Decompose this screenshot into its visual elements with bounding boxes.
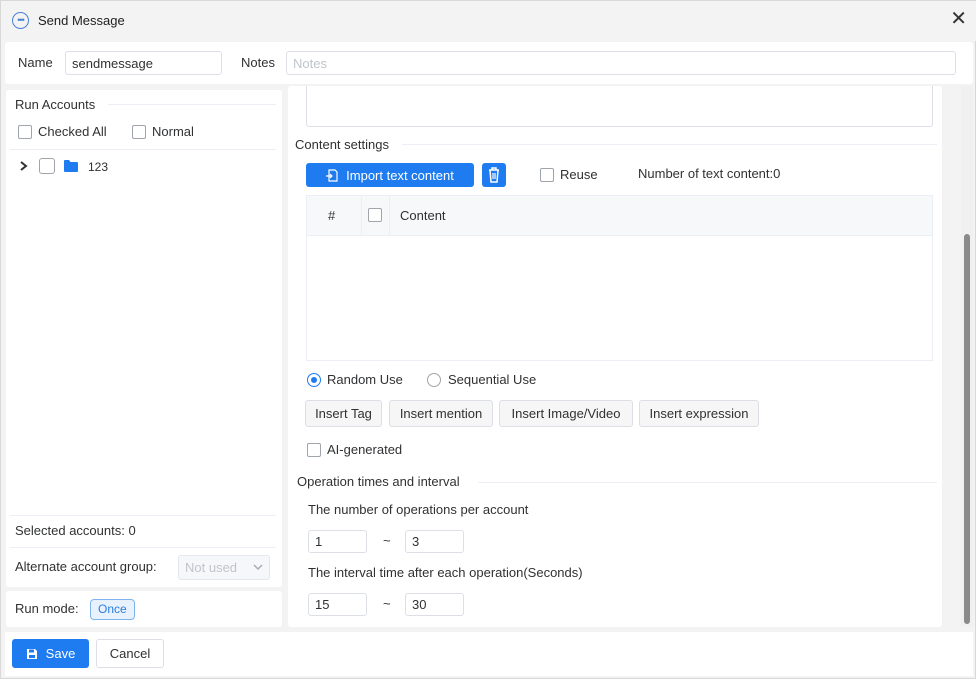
name-input[interactable] (65, 51, 222, 75)
selected-accounts-count: Selected accounts: 0 (15, 523, 136, 538)
divider (10, 515, 276, 516)
alternate-group-value: Not used (185, 560, 238, 575)
alternate-group-select[interactable]: Not used (178, 555, 270, 580)
settings-panel: Content settings Import text content Reu… (288, 86, 942, 627)
interval-max-input[interactable] (405, 593, 464, 616)
save-label: Save (45, 646, 76, 661)
normal-checkbox[interactable] (132, 125, 146, 139)
random-use-label: Random Use (327, 372, 403, 387)
column-header-content: Content (400, 208, 446, 223)
import-file-icon (326, 168, 338, 182)
chevron-right-icon[interactable] (20, 161, 28, 171)
scrollbar-thumb[interactable] (964, 234, 970, 624)
run-mode-row: Run mode: Once (6, 591, 282, 627)
trash-icon (489, 167, 499, 183)
divider (478, 482, 937, 483)
tree-node-checkbox[interactable] (39, 158, 55, 174)
content-table: # Content (306, 195, 933, 361)
import-text-content-button[interactable]: Import text content (306, 163, 474, 187)
window-title: Send Message (38, 13, 125, 28)
select-all-rows-checkbox[interactable] (368, 208, 382, 222)
checked-all-checkbox[interactable] (18, 125, 32, 139)
sequential-use-radio[interactable] (427, 373, 441, 387)
name-label: Name (18, 55, 53, 70)
send-message-dialog: ••• Send Message ✕ Name Notes Run Accoun… (0, 0, 976, 679)
insert-image-video-button[interactable]: Insert Image/Video (499, 400, 633, 427)
insert-mention-button[interactable]: Insert mention (389, 400, 493, 427)
tree-node-label: 123 (88, 160, 109, 174)
folder-icon (64, 160, 78, 172)
footer-bar: Save Cancel (5, 632, 973, 676)
import-button-label: Import text content (346, 167, 454, 183)
run-mode-label: Run mode: (15, 601, 79, 616)
previous-textarea[interactable] (306, 86, 933, 127)
notes-label: Notes (241, 55, 275, 70)
insert-expression-button[interactable]: Insert expression (639, 400, 759, 427)
divider (108, 104, 276, 105)
run-accounts-title: Run Accounts (15, 97, 96, 112)
close-icon[interactable]: ✕ (950, 9, 967, 29)
delete-button[interactable] (482, 163, 506, 187)
column-divider (389, 196, 390, 236)
operation-section-title: Operation times and interval (297, 474, 460, 489)
divider (10, 547, 276, 548)
alternate-group-label: Alternate account group: (15, 559, 157, 574)
sequential-use-label: Sequential Use (448, 372, 537, 387)
save-button[interactable]: Save (12, 639, 89, 668)
divider (402, 144, 937, 145)
random-use-radio[interactable] (307, 373, 321, 387)
range-separator: ~ (383, 596, 391, 611)
column-header-index: # (328, 208, 336, 223)
ai-generated-label: AI-generated (327, 442, 403, 457)
save-icon (26, 648, 37, 659)
notes-input[interactable] (286, 51, 956, 75)
column-divider (361, 196, 362, 236)
reuse-label: Reuse (560, 167, 598, 182)
text-content-count: Number of text content:0 (638, 166, 781, 181)
content-settings-title: Content settings (295, 137, 389, 152)
interval-min-input[interactable] (308, 593, 367, 616)
run-mode-tag[interactable]: Once (90, 599, 135, 620)
normal-label: Normal (152, 124, 194, 139)
ops-max-input[interactable] (405, 530, 464, 553)
reuse-checkbox[interactable] (540, 168, 554, 182)
ops-min-input[interactable] (308, 530, 367, 553)
run-accounts-panel: Run Accounts Checked All Normal 123 Sele… (6, 90, 282, 587)
ai-generated-checkbox[interactable] (307, 443, 321, 457)
ops-per-account-label: The number of operations per account (308, 502, 529, 517)
insert-tag-button[interactable]: Insert Tag (305, 400, 382, 427)
range-separator: ~ (383, 533, 391, 548)
table-header: # Content (307, 196, 932, 236)
title-bar: ••• Send Message ✕ (1, 1, 976, 41)
name-notes-row: Name Notes (5, 42, 973, 84)
interval-label: The interval time after each operation(S… (308, 565, 583, 580)
cancel-button[interactable]: Cancel (96, 639, 164, 668)
chat-bubble-icon: ••• (12, 12, 29, 29)
chevron-down-icon (253, 564, 263, 571)
divider (10, 149, 276, 150)
checked-all-label: Checked All (38, 124, 107, 139)
